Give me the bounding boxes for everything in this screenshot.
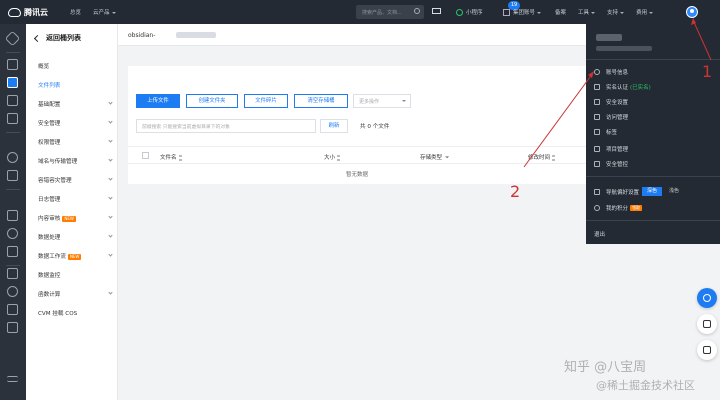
annotation-arrowhead-2 xyxy=(588,71,594,78)
annotation-arrow-2 xyxy=(523,72,594,168)
watermark-juejin: @稀土掘金技术社区 xyxy=(596,379,695,392)
watermark-zhihu: 知乎 @八宝周 xyxy=(564,360,647,375)
annotation-arrows xyxy=(523,18,712,168)
annotation-number-2: 2 xyxy=(510,182,521,201)
annotation-number-1: 1 xyxy=(702,62,713,81)
annotation-arrow-1 xyxy=(692,19,712,61)
